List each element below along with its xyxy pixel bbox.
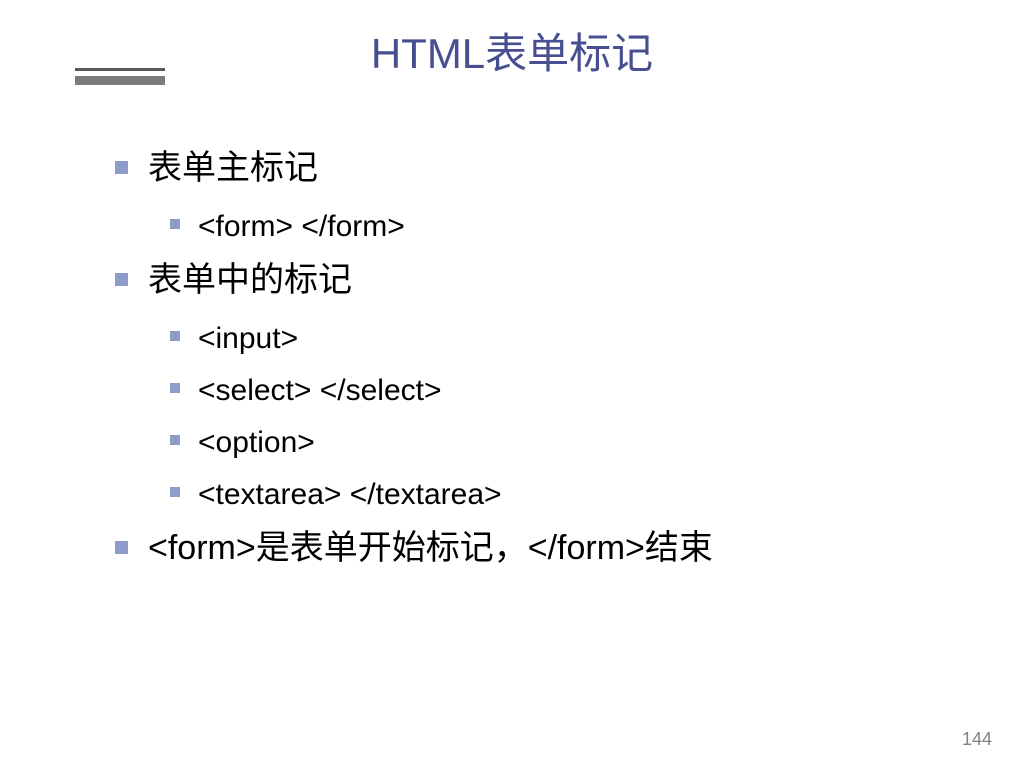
bullet-square-icon xyxy=(170,383,180,393)
bullet-square-icon xyxy=(115,273,128,286)
bullet-square-icon xyxy=(170,487,180,497)
title-area: HTML表单标记 xyxy=(50,20,974,106)
bullet-square-icon xyxy=(170,331,180,341)
list-item: <input> xyxy=(170,318,974,360)
bullet-square-icon xyxy=(115,541,128,554)
list-item-text: <option> xyxy=(198,422,315,464)
page-number: 144 xyxy=(962,729,992,750)
content-area: 表单主标记 <form> </form> 表单中的标记 <input> <sel… xyxy=(50,106,974,572)
list-item: <select> </select> xyxy=(170,370,974,412)
bullet-square-icon xyxy=(115,161,128,174)
list-item: <textarea> </textarea> xyxy=(170,474,974,516)
list-item-text: <form>是表单开始标记，</form>结束 xyxy=(148,526,713,572)
list-item: <option> xyxy=(170,422,974,464)
list-item-text: <input> xyxy=(198,318,298,360)
list-item-text: 表单中的标记 xyxy=(148,258,352,304)
list-item: <form>是表单开始标记，</form>结束 xyxy=(115,526,974,572)
list-item-text: 表单主标记 xyxy=(148,146,318,192)
bullet-square-icon xyxy=(170,219,180,229)
list-item: 表单中的标记 xyxy=(115,258,974,304)
bullet-square-icon xyxy=(170,435,180,445)
list-item-text: <textarea> </textarea> xyxy=(198,474,502,516)
list-item: <form> </form> xyxy=(170,206,974,248)
slide-title: HTML表单标记 xyxy=(50,20,974,81)
list-item-text: <form> </form> xyxy=(198,206,405,248)
list-item: 表单主标记 xyxy=(115,146,974,192)
list-item-text: <select> </select> xyxy=(198,370,442,412)
slide-container: HTML表单标记 表单主标记 <form> </form> 表单中的标记 <in… xyxy=(0,0,1024,768)
